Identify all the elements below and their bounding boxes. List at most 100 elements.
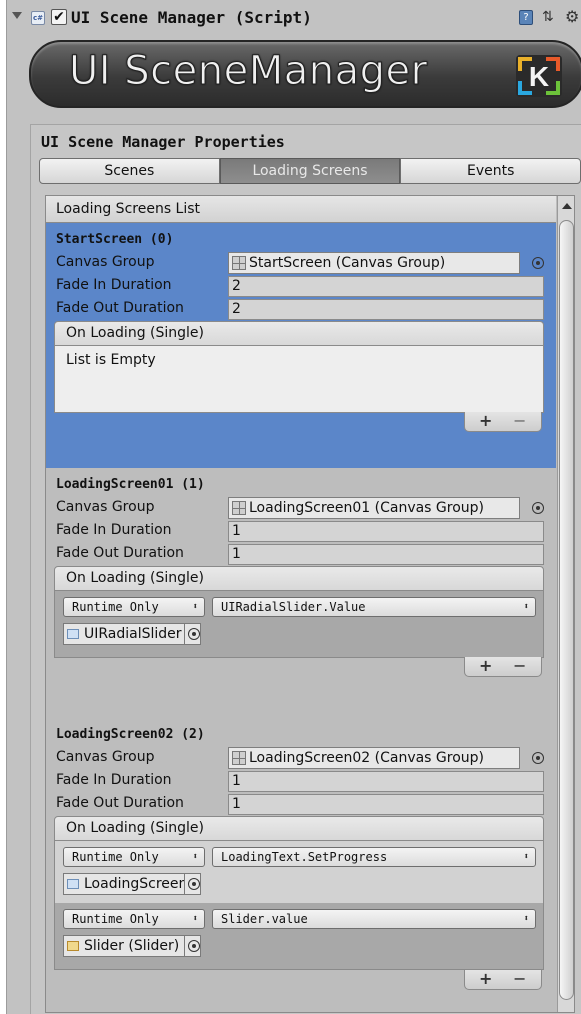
- fade-out-label: Fade Out Duration: [56, 545, 184, 561]
- target-object-field[interactable]: Slider (Slider): [63, 935, 201, 957]
- element-title: StartScreen (0): [56, 232, 174, 247]
- list-item[interactable]: LoadingScreen01 (1) Canvas Group Loading…: [46, 468, 556, 718]
- fade-out-label: Fade Out Duration: [56, 300, 184, 316]
- properties-section: UI Scene Manager Properties Scenes Loadi…: [30, 124, 581, 1014]
- fade-in-field[interactable]: 1: [228, 771, 544, 792]
- empty-list-text: List is Empty: [66, 352, 156, 368]
- runtime-mode-value: Runtime Only: [72, 912, 159, 926]
- brand-logo-icon: K: [516, 55, 562, 97]
- fade-in-field[interactable]: 2: [228, 276, 544, 297]
- function-value: LoadingText.SetProgress: [221, 850, 388, 864]
- scroll-up-arrow-icon[interactable]: [562, 203, 572, 209]
- event-add-remove: + −: [464, 411, 542, 432]
- remove-call-button[interactable]: −: [513, 969, 526, 988]
- list-item[interactable]: LoadingScreen02 (2) Canvas Group Loading…: [46, 718, 556, 1012]
- event-add-remove: + −: [464, 656, 542, 677]
- list-scrollbar[interactable]: [557, 196, 574, 1012]
- object-picker-icon[interactable]: [184, 624, 200, 644]
- properties-title: UI Scene Manager Properties: [41, 133, 285, 151]
- preset-icon[interactable]: ⇅: [542, 9, 554, 25]
- dropdown-arrows-icon: ⬍: [192, 852, 198, 862]
- function-dropdown[interactable]: LoadingText.SetProgress ⬍: [212, 847, 536, 867]
- dropdown-arrows-icon: ⬍: [523, 914, 529, 924]
- element-title: LoadingScreen02 (2): [56, 727, 205, 742]
- target-object-field[interactable]: LoadingScreen02 (LoadingText): [63, 873, 201, 895]
- canvas-group-value: LoadingScreen02 (Canvas Group): [249, 750, 485, 766]
- object-picker-icon[interactable]: [532, 502, 544, 514]
- function-value: Slider.value: [221, 912, 308, 926]
- banner-title: UI SceneManager: [69, 48, 428, 95]
- dropdown-arrows-icon: ⬍: [192, 602, 198, 612]
- dropdown-arrows-icon: ⬍: [192, 914, 198, 924]
- runtime-mode-dropdown[interactable]: Runtime Only ⬍: [63, 909, 205, 929]
- event-add-remove: + −: [464, 969, 542, 990]
- dropdown-arrows-icon: ⬍: [523, 602, 529, 612]
- fade-out-field[interactable]: 1: [228, 794, 544, 815]
- canvas-group-icon: [232, 501, 246, 515]
- fade-in-field[interactable]: 1: [228, 521, 544, 542]
- component-header[interactable]: c# ✔ UI Scene Manager (Script) ? ⇅ ⚙: [7, 0, 581, 38]
- function-dropdown[interactable]: Slider.value ⬍: [212, 909, 536, 929]
- foldout-arrow-icon[interactable]: [12, 12, 22, 19]
- properties-tabs: Scenes Loading Screens Events: [39, 158, 581, 184]
- canvas-group-value: LoadingScreen01 (Canvas Group): [249, 500, 485, 516]
- canvas-group-value: StartScreen (Canvas Group): [249, 255, 446, 271]
- event-header: On Loading (Single): [54, 816, 544, 841]
- list-header: Loading Screens List: [46, 196, 556, 223]
- event-header: On Loading (Single): [54, 321, 544, 346]
- on-loading-event: On Loading (Single) List is Empty + −: [54, 321, 544, 441]
- script-object-icon: [67, 629, 79, 639]
- target-object-field[interactable]: UIRadialSlider (UIRadialSlider): [63, 623, 201, 645]
- script-object-icon: [67, 879, 79, 889]
- canvas-group-label: Canvas Group: [56, 499, 155, 515]
- runtime-mode-dropdown[interactable]: Runtime Only ⬍: [63, 847, 205, 867]
- fade-in-label: Fade In Duration: [56, 772, 172, 788]
- object-picker-icon[interactable]: [532, 752, 544, 764]
- tab-loading-screens[interactable]: Loading Screens: [219, 158, 401, 184]
- function-value: UIRadialSlider.Value: [221, 600, 366, 614]
- fade-out-field[interactable]: 2: [228, 299, 544, 320]
- fade-in-label: Fade In Duration: [56, 522, 172, 538]
- canvas-group-icon: [232, 256, 246, 270]
- add-call-button[interactable]: +: [479, 411, 492, 430]
- remove-call-button[interactable]: −: [513, 411, 526, 430]
- fade-out-label: Fade Out Duration: [56, 795, 184, 811]
- tab-events[interactable]: Events: [400, 158, 581, 184]
- remove-call-button[interactable]: −: [513, 656, 526, 675]
- element-title: LoadingScreen01 (1): [56, 477, 205, 492]
- canvas-group-label: Canvas Group: [56, 749, 155, 765]
- help-icon[interactable]: ?: [519, 10, 533, 25]
- tab-scenes[interactable]: Scenes: [39, 158, 220, 184]
- object-picker-icon[interactable]: [184, 874, 200, 894]
- canvas-group-icon: [232, 751, 246, 765]
- target-object-value: Slider (Slider): [84, 938, 180, 954]
- add-call-button[interactable]: +: [479, 969, 492, 988]
- runtime-mode-value: Runtime Only: [72, 600, 159, 614]
- component-enabled-checkbox[interactable]: ✔: [51, 9, 67, 25]
- add-call-button[interactable]: +: [479, 656, 492, 675]
- inspector-panel: c# ✔ UI Scene Manager (Script) ? ⇅ ⚙ UI …: [6, 0, 581, 1014]
- event-body: List is Empty: [54, 345, 544, 413]
- slider-object-icon: [67, 941, 79, 951]
- scrollbar-thumb[interactable]: [559, 220, 574, 1000]
- on-loading-event: On Loading (Single) Runtime Only ⬍ Loadi…: [54, 816, 544, 996]
- object-picker-icon[interactable]: [532, 257, 544, 269]
- object-picker-icon[interactable]: [184, 936, 200, 956]
- loading-screens-list: Loading Screens List StartScreen (0) Can…: [45, 195, 575, 1013]
- event-call: Runtime Only ⬍ LoadingText.SetProgress ⬍…: [55, 841, 543, 903]
- gear-icon[interactable]: ⚙: [565, 7, 579, 26]
- logo-letter: K: [529, 61, 549, 92]
- canvas-group-label: Canvas Group: [56, 254, 155, 270]
- runtime-mode-dropdown[interactable]: Runtime Only ⬍: [63, 597, 205, 617]
- canvas-group-field[interactable]: LoadingScreen02 (Canvas Group): [228, 747, 520, 769]
- on-loading-event: On Loading (Single) Runtime Only ⬍ UIRad…: [54, 566, 544, 686]
- canvas-group-field[interactable]: LoadingScreen01 (Canvas Group): [228, 497, 520, 519]
- component-title: UI Scene Manager (Script): [71, 8, 312, 27]
- function-dropdown[interactable]: UIRadialSlider.Value ⬍: [212, 597, 536, 617]
- canvas-group-field[interactable]: StartScreen (Canvas Group): [228, 252, 520, 274]
- fade-out-field[interactable]: 1: [228, 544, 544, 565]
- fade-in-label: Fade In Duration: [56, 277, 172, 293]
- list-item[interactable]: StartScreen (0) Canvas Group StartScreen…: [46, 223, 556, 468]
- scene-manager-banner: UI SceneManager K: [29, 40, 581, 108]
- dropdown-arrows-icon: ⬍: [523, 852, 529, 862]
